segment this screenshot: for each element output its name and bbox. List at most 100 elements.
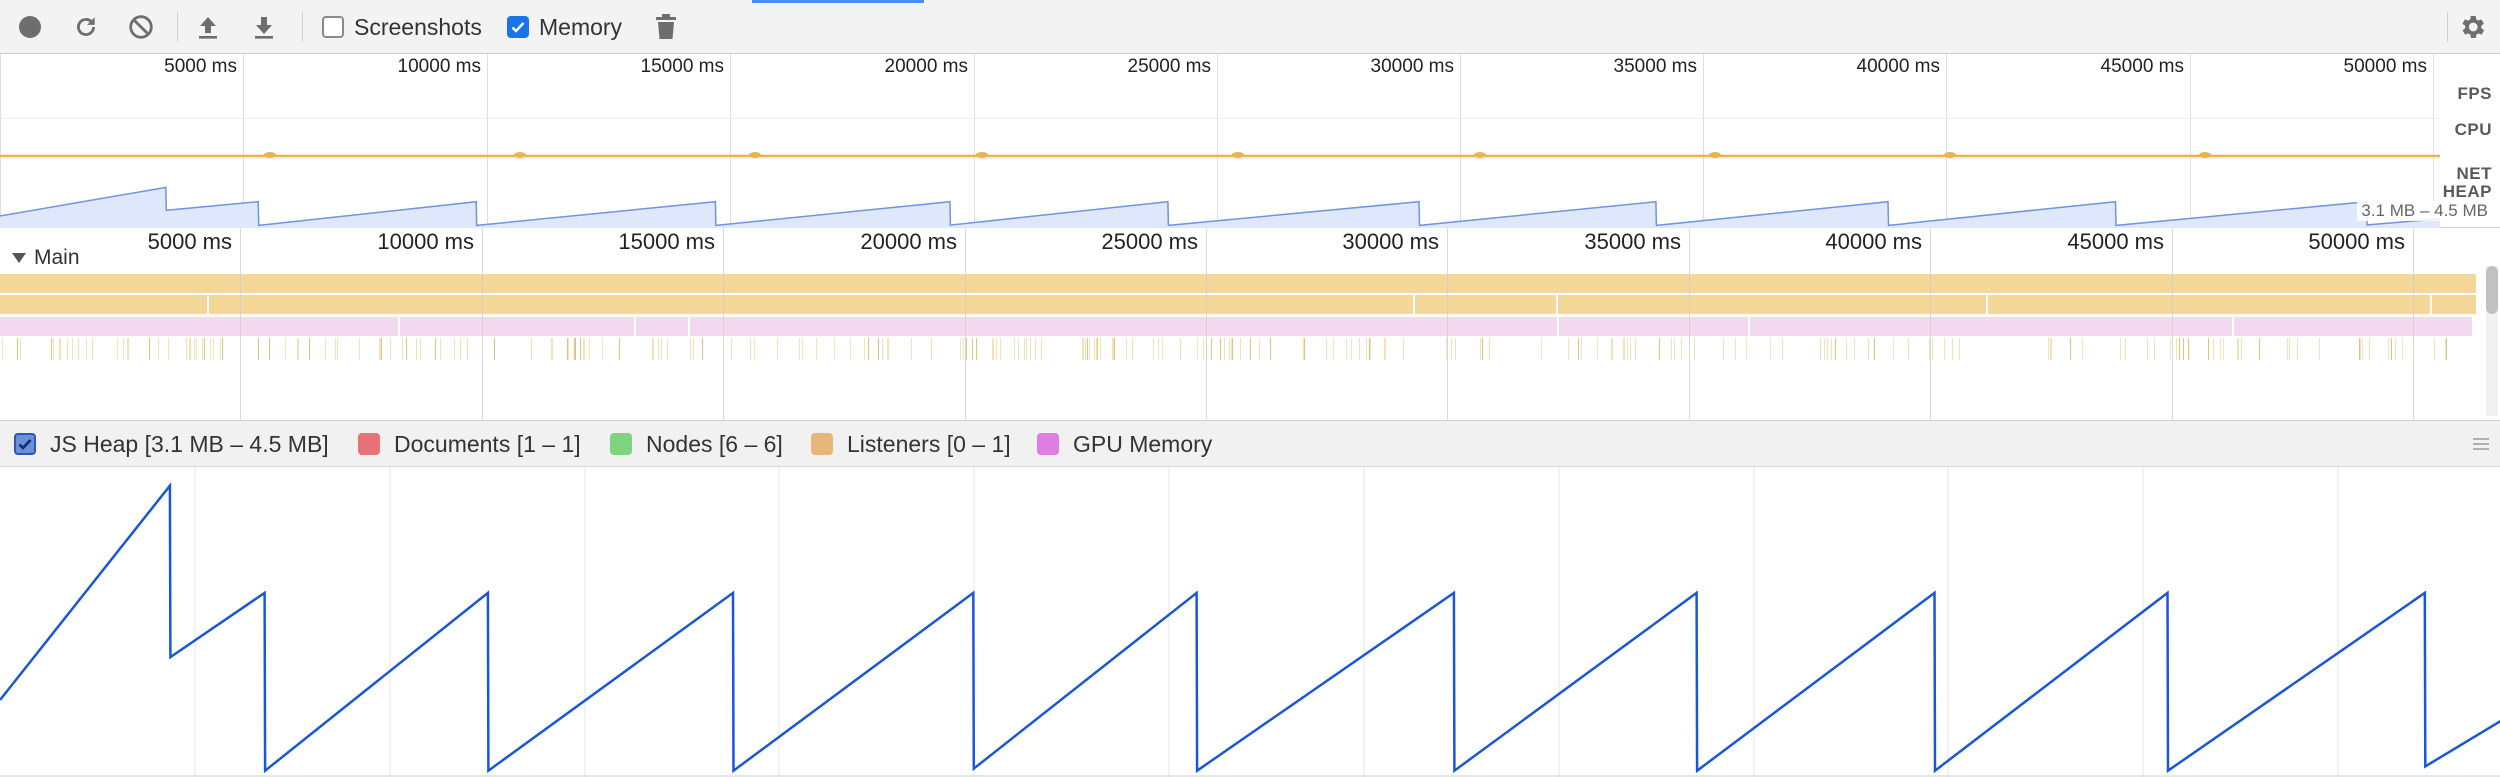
task-tick[interactable] (1831, 338, 1832, 360)
task-tick[interactable] (2289, 338, 2290, 360)
task-tick[interactable] (467, 338, 468, 360)
task-tick[interactable] (2220, 338, 2221, 360)
task-tick[interactable] (1455, 338, 1456, 360)
task-tick[interactable] (2082, 338, 2083, 360)
task-tick[interactable] (1259, 338, 1260, 360)
task-tick[interactable] (2213, 338, 2214, 360)
task-tick[interactable] (1018, 338, 1019, 360)
task-tick[interactable] (888, 338, 889, 360)
task-tick[interactable] (1820, 338, 1821, 360)
task-tick[interactable] (1480, 338, 1481, 360)
task-tick[interactable] (2183, 338, 2184, 360)
task-tick[interactable] (2120, 338, 2121, 360)
task-tick[interactable] (1835, 338, 1836, 360)
legend-gpu-memory-checkbox[interactable] (1037, 433, 1059, 455)
task-tick[interactable] (802, 338, 803, 360)
task-tick[interactable] (1385, 338, 1386, 360)
task-tick[interactable] (222, 338, 223, 360)
task-bar[interactable] (1988, 295, 2430, 314)
task-tick[interactable] (194, 338, 195, 360)
task-tick[interactable] (661, 338, 662, 360)
task-tick[interactable] (337, 338, 338, 360)
task-tick[interactable] (619, 338, 620, 360)
task-tick[interactable] (931, 338, 932, 360)
task-tick[interactable] (1014, 338, 1015, 360)
task-tick[interactable] (1085, 338, 1086, 360)
js-heap-chart[interactable] (0, 467, 2500, 777)
task-tick[interactable] (777, 338, 778, 360)
legend-listeners-checkbox[interactable] (811, 433, 833, 455)
legend-item-documents[interactable]: Documents [1 – 1] (358, 430, 581, 458)
task-bar[interactable] (0, 274, 2476, 293)
task-tick[interactable] (1952, 338, 1953, 360)
task-tick[interactable] (2238, 338, 2239, 360)
task-tick[interactable] (1581, 338, 1582, 360)
task-tick[interactable] (963, 338, 964, 360)
task-tick[interactable] (258, 338, 259, 360)
task-tick[interactable] (117, 338, 118, 360)
task-tick[interactable] (359, 338, 360, 360)
task-tick[interactable] (1030, 338, 1031, 360)
task-tick[interactable] (2147, 338, 2148, 360)
task-tick[interactable] (731, 338, 732, 360)
task-tick[interactable] (2391, 338, 2392, 360)
task-tick[interactable] (1180, 338, 1181, 360)
task-tick[interactable] (213, 338, 214, 360)
task-tick[interactable] (1232, 338, 1233, 360)
task-tick[interactable] (653, 338, 654, 360)
task-tick[interactable] (1203, 338, 1204, 360)
main-track-header[interactable]: Main (12, 246, 80, 270)
task-bar[interactable] (2432, 295, 2476, 314)
gc-bar[interactable] (0, 317, 398, 336)
task-tick[interactable] (602, 338, 603, 360)
task-tick[interactable] (2395, 338, 2396, 360)
task-tick[interactable] (335, 338, 336, 360)
task-tick[interactable] (1630, 338, 1631, 360)
task-tick[interactable] (568, 338, 569, 360)
task-tick[interactable] (1681, 338, 1682, 360)
task-tick[interactable] (2360, 338, 2361, 360)
task-tick[interactable] (1746, 338, 1747, 360)
task-tick[interactable] (1824, 338, 1825, 360)
task-tick[interactable] (1197, 338, 1198, 360)
task-tick[interactable] (2434, 338, 2435, 360)
task-tick[interactable] (1451, 338, 1452, 360)
task-tick[interactable] (589, 338, 590, 360)
memory-toggle[interactable]: Memory (507, 11, 622, 43)
task-tick[interactable] (1370, 338, 1371, 360)
task-tick[interactable] (297, 338, 298, 360)
task-tick[interactable] (2, 338, 3, 360)
task-tick[interactable] (17, 338, 18, 360)
task-tick[interactable] (1782, 338, 1783, 360)
legend-nodes-checkbox[interactable] (610, 433, 632, 455)
legend-item-js-heap[interactable]: JS Heap [3.1 MB – 4.5 MB] (14, 430, 329, 458)
task-tick[interactable] (390, 338, 391, 360)
task-bar[interactable] (1558, 295, 1986, 314)
task-tick[interactable] (1304, 338, 1305, 360)
task-tick[interactable] (1250, 338, 1251, 360)
task-tick[interactable] (1694, 338, 1695, 360)
task-tick[interactable] (868, 338, 869, 360)
task-tick[interactable] (186, 338, 187, 360)
task-tick[interactable] (1384, 338, 1385, 360)
task-tick[interactable] (2319, 338, 2320, 360)
task-tick[interactable] (1346, 338, 1347, 360)
task-tick[interactable] (2241, 338, 2242, 360)
task-tick[interactable] (1035, 338, 1036, 360)
task-tick[interactable] (1359, 338, 1360, 360)
legend-item-nodes[interactable]: Nodes [6 – 6] (610, 430, 783, 458)
task-tick[interactable] (1270, 338, 1271, 360)
task-bar[interactable] (209, 295, 1413, 314)
task-tick[interactable] (816, 338, 817, 360)
task-tick[interactable] (202, 338, 203, 360)
task-tick[interactable] (1944, 338, 1945, 360)
task-tick[interactable] (1659, 338, 1660, 360)
clear-button[interactable] (125, 11, 157, 43)
task-tick[interactable] (1326, 338, 1327, 360)
task-tick[interactable] (1723, 338, 1724, 360)
task-tick[interactable] (1597, 338, 1598, 360)
task-tick[interactable] (2188, 338, 2189, 360)
task-tick[interactable] (86, 338, 87, 360)
task-bar[interactable] (1415, 295, 1556, 314)
task-tick[interactable] (1735, 338, 1736, 360)
